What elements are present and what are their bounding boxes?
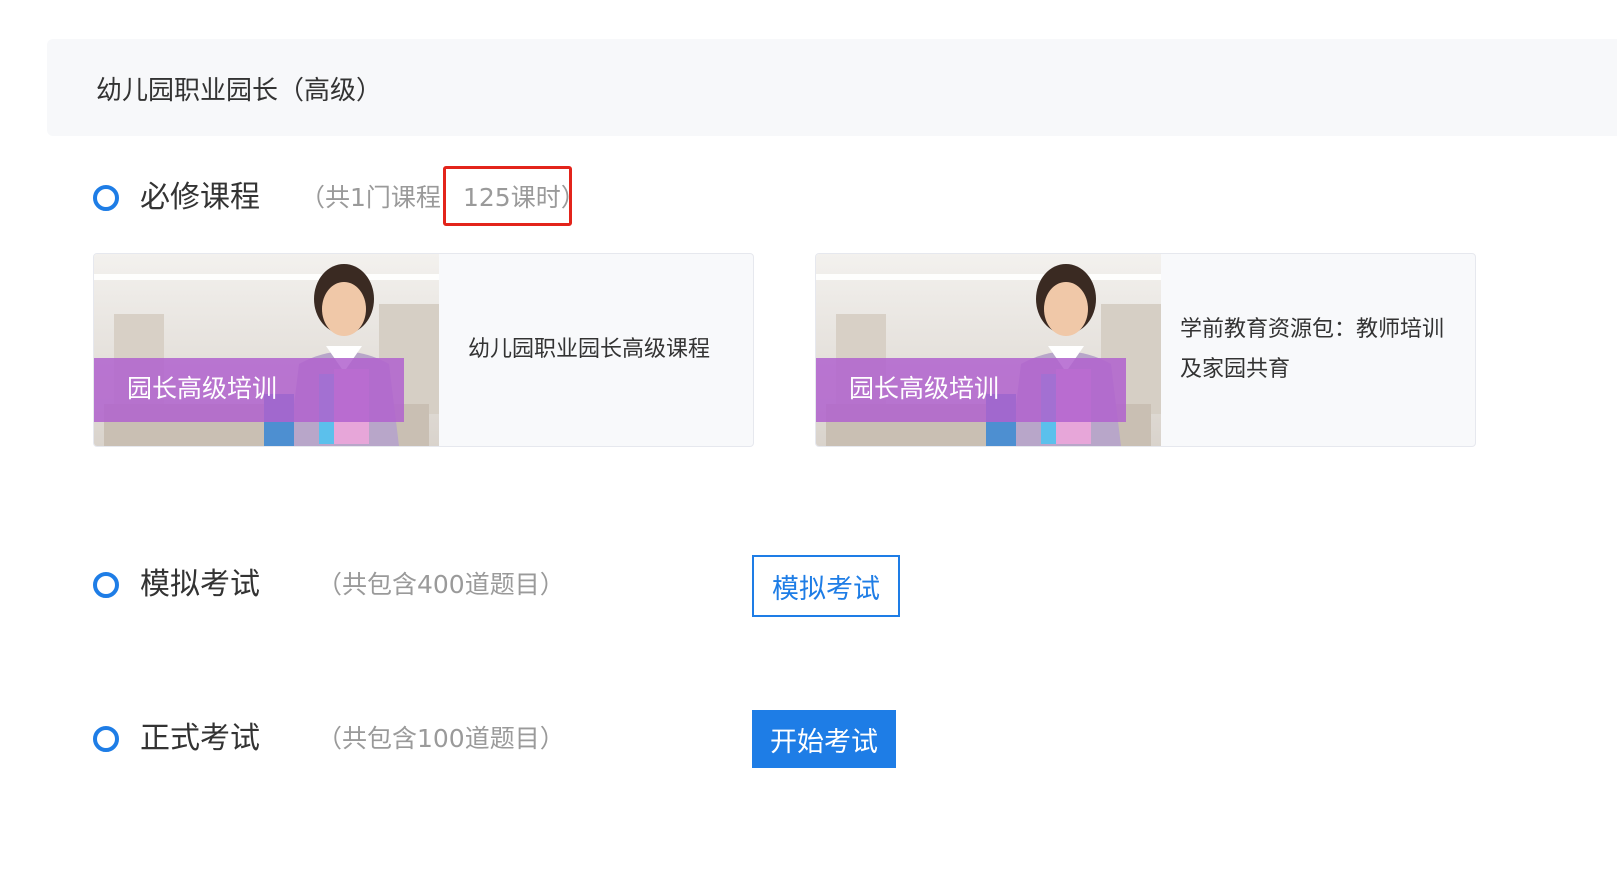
- mock-exam-question-count: （共包含400道题目）: [317, 570, 565, 599]
- course-badge: 园长高级培训: [94, 358, 404, 422]
- formal-exam-question-count: （共包含100道题目）: [317, 724, 565, 753]
- required-course-count: （共1门课程: [300, 183, 441, 212]
- course-thumbnail: 园长高级培训: [816, 254, 1161, 446]
- course-card[interactable]: 园长高级培训 幼儿园职业园长高级课程: [93, 253, 754, 447]
- course-thumbnail: 园长高级培训: [94, 254, 439, 446]
- course-card[interactable]: 园长高级培训 学前教育资源包：教师培训及家园共育: [815, 253, 1476, 447]
- circle-ring-icon: [93, 726, 119, 752]
- course-header: 幼儿园职业园长（高级）: [47, 39, 1617, 136]
- course-badge-label: 园长高级培训: [849, 374, 1000, 403]
- course-title[interactable]: 幼儿园职业园长高级课程: [468, 330, 738, 370]
- formal-exam-title: 正式考试: [140, 721, 260, 756]
- course-title[interactable]: 学前教育资源包：教师培训及家园共育: [1180, 310, 1450, 390]
- hours-highlight-box: [443, 166, 572, 226]
- page-title: 幼儿园职业园长（高级）: [96, 76, 383, 106]
- mock-exam-button[interactable]: 模拟考试: [752, 555, 900, 617]
- course-badge: 园长高级培训: [816, 358, 1126, 422]
- start-exam-button[interactable]: 开始考试: [752, 710, 896, 768]
- required-section-title: 必修课程: [140, 180, 260, 215]
- circle-ring-icon: [93, 572, 119, 598]
- mock-exam-title: 模拟考试: [140, 567, 260, 602]
- circle-ring-icon: [93, 185, 119, 211]
- course-badge-label: 园长高级培训: [127, 374, 278, 403]
